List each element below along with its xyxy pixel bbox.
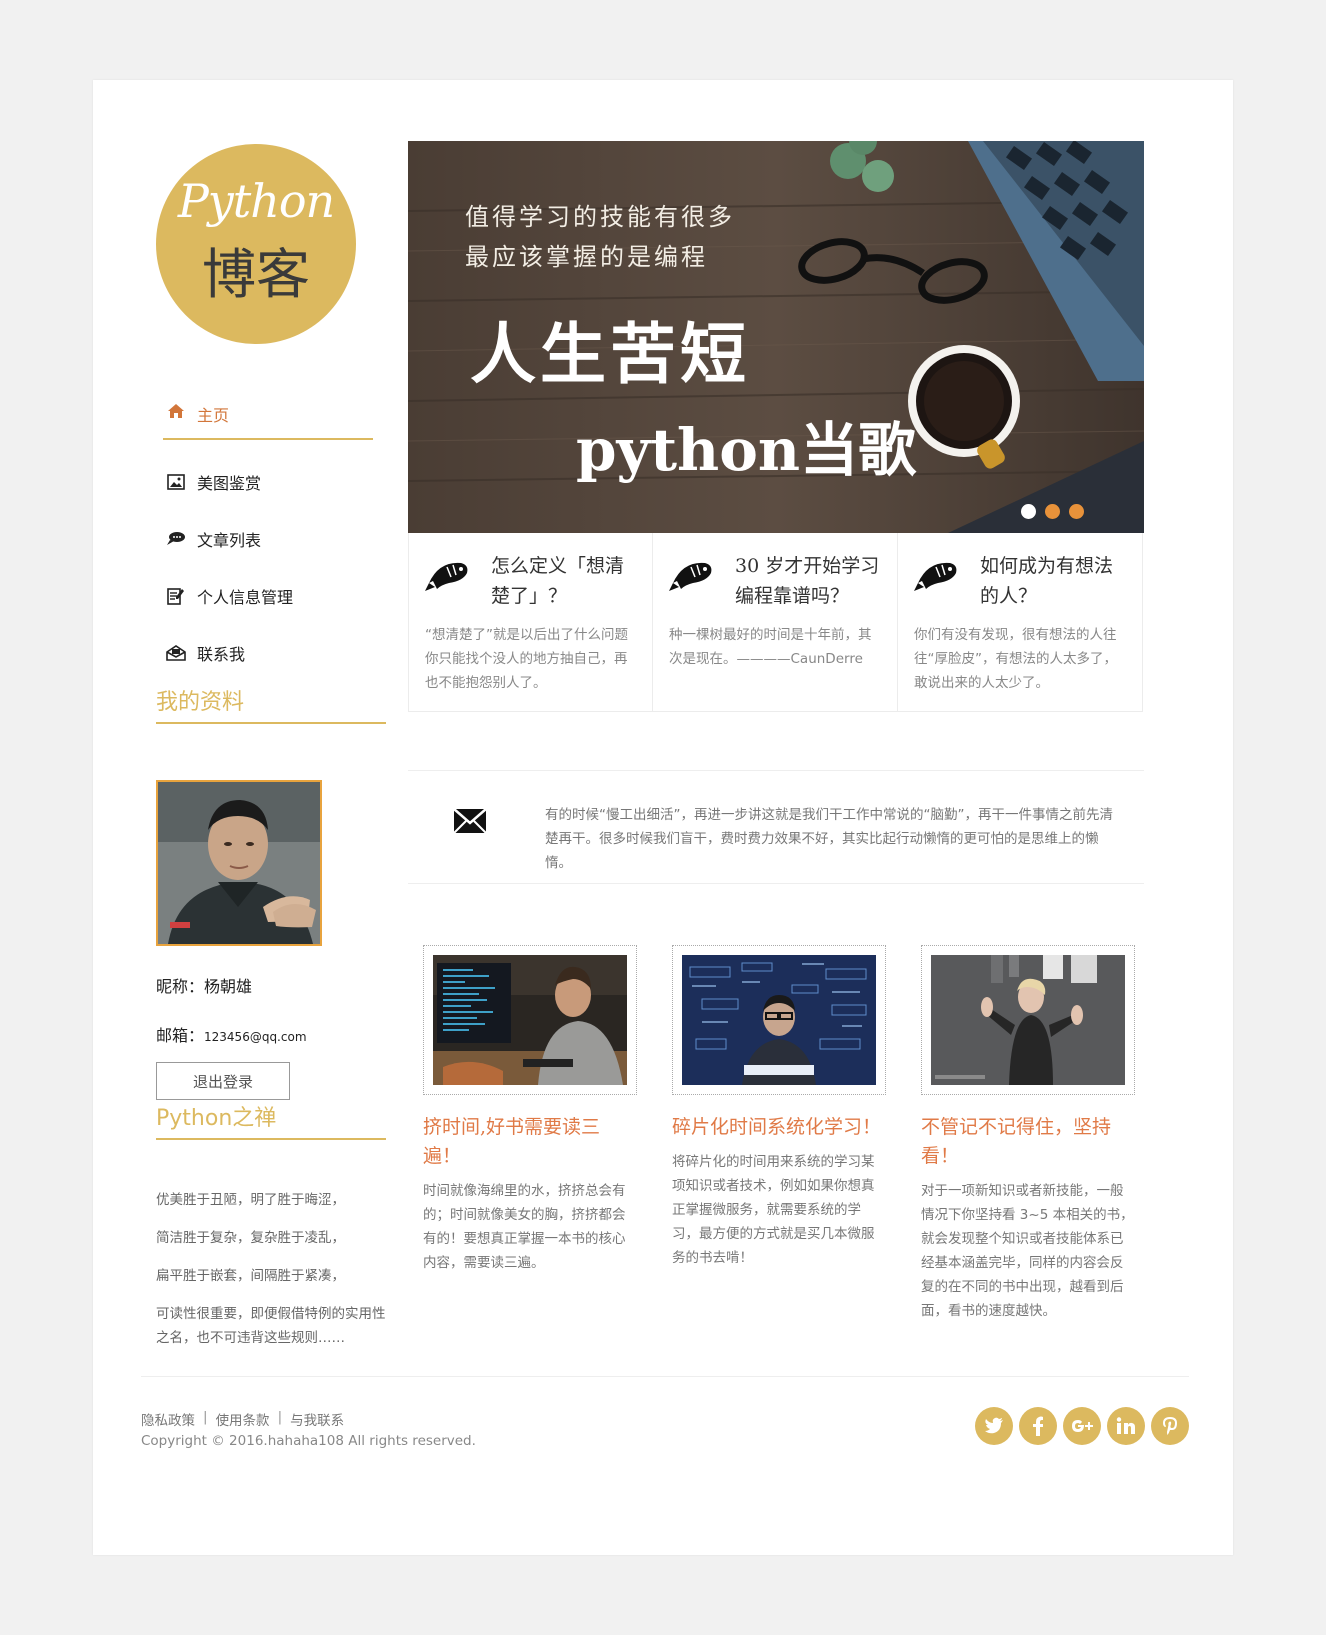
- feature-desc: “想清楚了”就是以后出了什么问题你只能找个没人的地方抽自己，再也不能抱怨别人了。: [425, 627, 628, 691]
- nav-label: 联系我: [197, 644, 246, 664]
- privacy-policy-link[interactable]: 隐私政策: [141, 1409, 195, 1429]
- nickname-row: 昵称：杨朝雄: [156, 973, 252, 997]
- image-icon: [165, 473, 187, 491]
- terms-of-use-link[interactable]: 使用条款: [216, 1409, 270, 1429]
- nav-label: 文章列表: [197, 530, 262, 550]
- hero-banner[interactable]: 值得学习的技能有很多 最应该掌握的是编程 人生苦短 python当歌: [408, 141, 1144, 533]
- site-logo[interactable]: Python 博客: [156, 144, 356, 344]
- nav-item-profile[interactable]: 个人信息管理: [163, 567, 373, 624]
- fish-icon: [425, 562, 468, 591]
- feature-row: 怎么定义「想清楚了」？ “想清楚了”就是以后出了什么问题你只能找个没人的地方抽自…: [408, 533, 1144, 712]
- banner-line-2: 最应该掌握的是编程: [465, 243, 708, 271]
- nav-label: 美图鉴赏: [197, 473, 262, 493]
- article-thumbnail[interactable]: [921, 945, 1135, 1095]
- zen-line: 扁平胜于嵌套，间隔胜于紧凑，: [156, 1268, 345, 1284]
- article-thumbnail[interactable]: [672, 945, 886, 1095]
- linkedin-icon[interactable]: [1107, 1407, 1145, 1445]
- footer: 隐私政策 | 使用条款 | 与我联系 Copyright © 2016.haha…: [141, 1376, 1189, 1449]
- article-card[interactable]: 碎片化时间系统化学习！ 将碎片化的时间用来系统的学习某项知识或者技术，例如如果你…: [672, 945, 886, 1323]
- contact-me-link[interactable]: 与我联系: [290, 1409, 344, 1429]
- nav-item-articles[interactable]: 文章列表: [163, 510, 373, 567]
- home-icon: [165, 402, 187, 420]
- article-card[interactable]: 不管记不记得住，坚持看！ 对于一项新知识或者新技能，一般情况下你坚持看 3~5 …: [921, 945, 1135, 1323]
- feature-card[interactable]: 30 岁才开始学习编程靠谱吗？ 种一棵树最好的时间是十年前，其次是现在。————…: [653, 533, 898, 712]
- article-title[interactable]: 不管记不记得住，坚持看！: [921, 1113, 1135, 1171]
- quote-strip: 有的时候“慢工出细活”，再进一步讲这就是我们干工作中常说的“脑勤”，再干一件事情…: [408, 770, 1144, 884]
- logo-python-text: Python: [177, 174, 335, 228]
- edit-note-icon: [165, 587, 187, 605]
- nav-label: 个人信息管理: [197, 587, 294, 607]
- zen-heading: Python之禅: [156, 1100, 386, 1140]
- fish-icon: [914, 562, 957, 591]
- zen-line: 可读性很重要，即便假借特例的实用性之名，也不可违背这些规则……: [156, 1306, 386, 1346]
- avatar: [156, 780, 322, 946]
- email-row: 邮箱：123456@qq.com: [156, 1022, 307, 1046]
- carousel-dot[interactable]: [1069, 504, 1084, 519]
- carousel-dots: [1021, 504, 1084, 519]
- twitter-icon[interactable]: [975, 1407, 1013, 1445]
- copyright: Copyright © 2016.hahaha108 All rights re…: [141, 1433, 476, 1449]
- nav-label: 主页: [197, 406, 230, 425]
- nickname-value: 杨朝雄: [204, 977, 253, 996]
- profile-heading: 我的资料: [156, 684, 386, 724]
- article-desc: 将碎片化的时间用来系统的学习某项知识或者技术，例如如果你想真正掌握微服务，就需要…: [672, 1154, 875, 1266]
- article-row: 挤时间,好书需要读三遍！ 时间就像海绵里的水，挤挤总会有的；时间就像美女的胸，挤…: [423, 945, 1135, 1323]
- email-value: 123456@qq.com: [204, 1030, 307, 1044]
- nav-item-contact[interactable]: 联系我: [163, 624, 373, 681]
- carousel-dot[interactable]: [1045, 504, 1060, 519]
- nav-item-home[interactable]: 主页: [163, 394, 373, 440]
- mail-open-icon: [165, 644, 187, 662]
- zen-line: 优美胜于丑陋，明了胜于晦涩，: [156, 1192, 345, 1208]
- coder-monitor-image: [433, 955, 627, 1085]
- logout-button[interactable]: 退出登录: [156, 1062, 290, 1100]
- sidebar-nav: 主页 美图鉴赏 文章列表 个人信息管理 联系我: [163, 394, 373, 681]
- email-label: 邮箱：: [156, 1026, 205, 1045]
- feature-title[interactable]: 如何成为有想法的人？: [980, 551, 1126, 611]
- facebook-icon[interactable]: [1019, 1407, 1057, 1445]
- touchscreen-woman-image: [931, 955, 1125, 1085]
- article-thumbnail[interactable]: [423, 945, 637, 1095]
- article-card[interactable]: 挤时间,好书需要读三遍！ 时间就像海绵里的水，挤挤总会有的；时间就像美女的胸，挤…: [423, 945, 637, 1323]
- page-card: Python 博客 主页 美图鉴赏 文章列表 个人信息管理 联系我 我的资料 昵…: [93, 80, 1233, 1555]
- quote-text: 有的时候“慢工出细活”，再进一步讲这就是我们干工作中常说的“脑勤”，再干一件事情…: [545, 807, 1113, 871]
- banner-slogan-2: python当歌: [576, 416, 917, 484]
- nav-item-gallery[interactable]: 美图鉴赏: [163, 453, 373, 510]
- carousel-dot[interactable]: [1021, 504, 1036, 519]
- chat-bubble-icon: [165, 530, 187, 548]
- tech-interface-image: [682, 955, 876, 1085]
- article-title[interactable]: 挤时间,好书需要读三遍！: [423, 1113, 637, 1171]
- feature-title[interactable]: 30 岁才开始学习编程靠谱吗？: [735, 551, 881, 611]
- banner-slogan: 人生苦短: [470, 315, 750, 393]
- footer-separator: |: [203, 1409, 208, 1425]
- article-desc: 对于一项新知识或者新技能，一般情况下你坚持看 3~5 本相关的书，就会发现整个知…: [921, 1183, 1134, 1319]
- feature-card[interactable]: 如何成为有想法的人？ 你们有没有发现，很有想法的人往往“厚脸皮”，有想法的人太多…: [898, 533, 1143, 712]
- nickname-label: 昵称：: [156, 977, 205, 996]
- pinterest-icon[interactable]: [1151, 1407, 1189, 1445]
- zen-line: 简洁胜于复杂，复杂胜于凌乱，: [156, 1230, 345, 1246]
- feature-card[interactable]: 怎么定义「想清楚了」？ “想清楚了”就是以后出了什么问题你只能找个没人的地方抽自…: [408, 533, 653, 712]
- feature-desc: 种一棵树最好的时间是十年前，其次是现在。————CaunDerre: [669, 627, 872, 667]
- google-plus-icon[interactable]: [1063, 1407, 1101, 1445]
- feature-title[interactable]: 怎么定义「想清楚了」？: [491, 551, 636, 611]
- footer-separator: |: [277, 1409, 283, 1425]
- fish-icon: [669, 562, 712, 591]
- footer-links: 隐私政策 | 使用条款 | 与我联系: [141, 1409, 344, 1429]
- social-links: [975, 1407, 1189, 1445]
- logo-blog-text: 博客: [202, 243, 310, 306]
- banner-line-1: 值得学习的技能有很多: [465, 203, 735, 231]
- zen-lines: 优美胜于丑陋，明了胜于晦涩， 简洁胜于复杂，复杂胜于凌乱， 扁平胜于嵌套，间隔胜…: [156, 1188, 386, 1364]
- envelope-icon: [453, 808, 487, 834]
- article-title[interactable]: 碎片化时间系统化学习！: [672, 1113, 886, 1142]
- article-desc: 时间就像海绵里的水，挤挤总会有的；时间就像美女的胸，挤挤都会有的！要想真正掌握一…: [423, 1183, 626, 1271]
- feature-desc: 你们有没有发现，很有想法的人往往“厚脸皮”，有想法的人太多了，敢说出来的人太少了…: [914, 627, 1117, 691]
